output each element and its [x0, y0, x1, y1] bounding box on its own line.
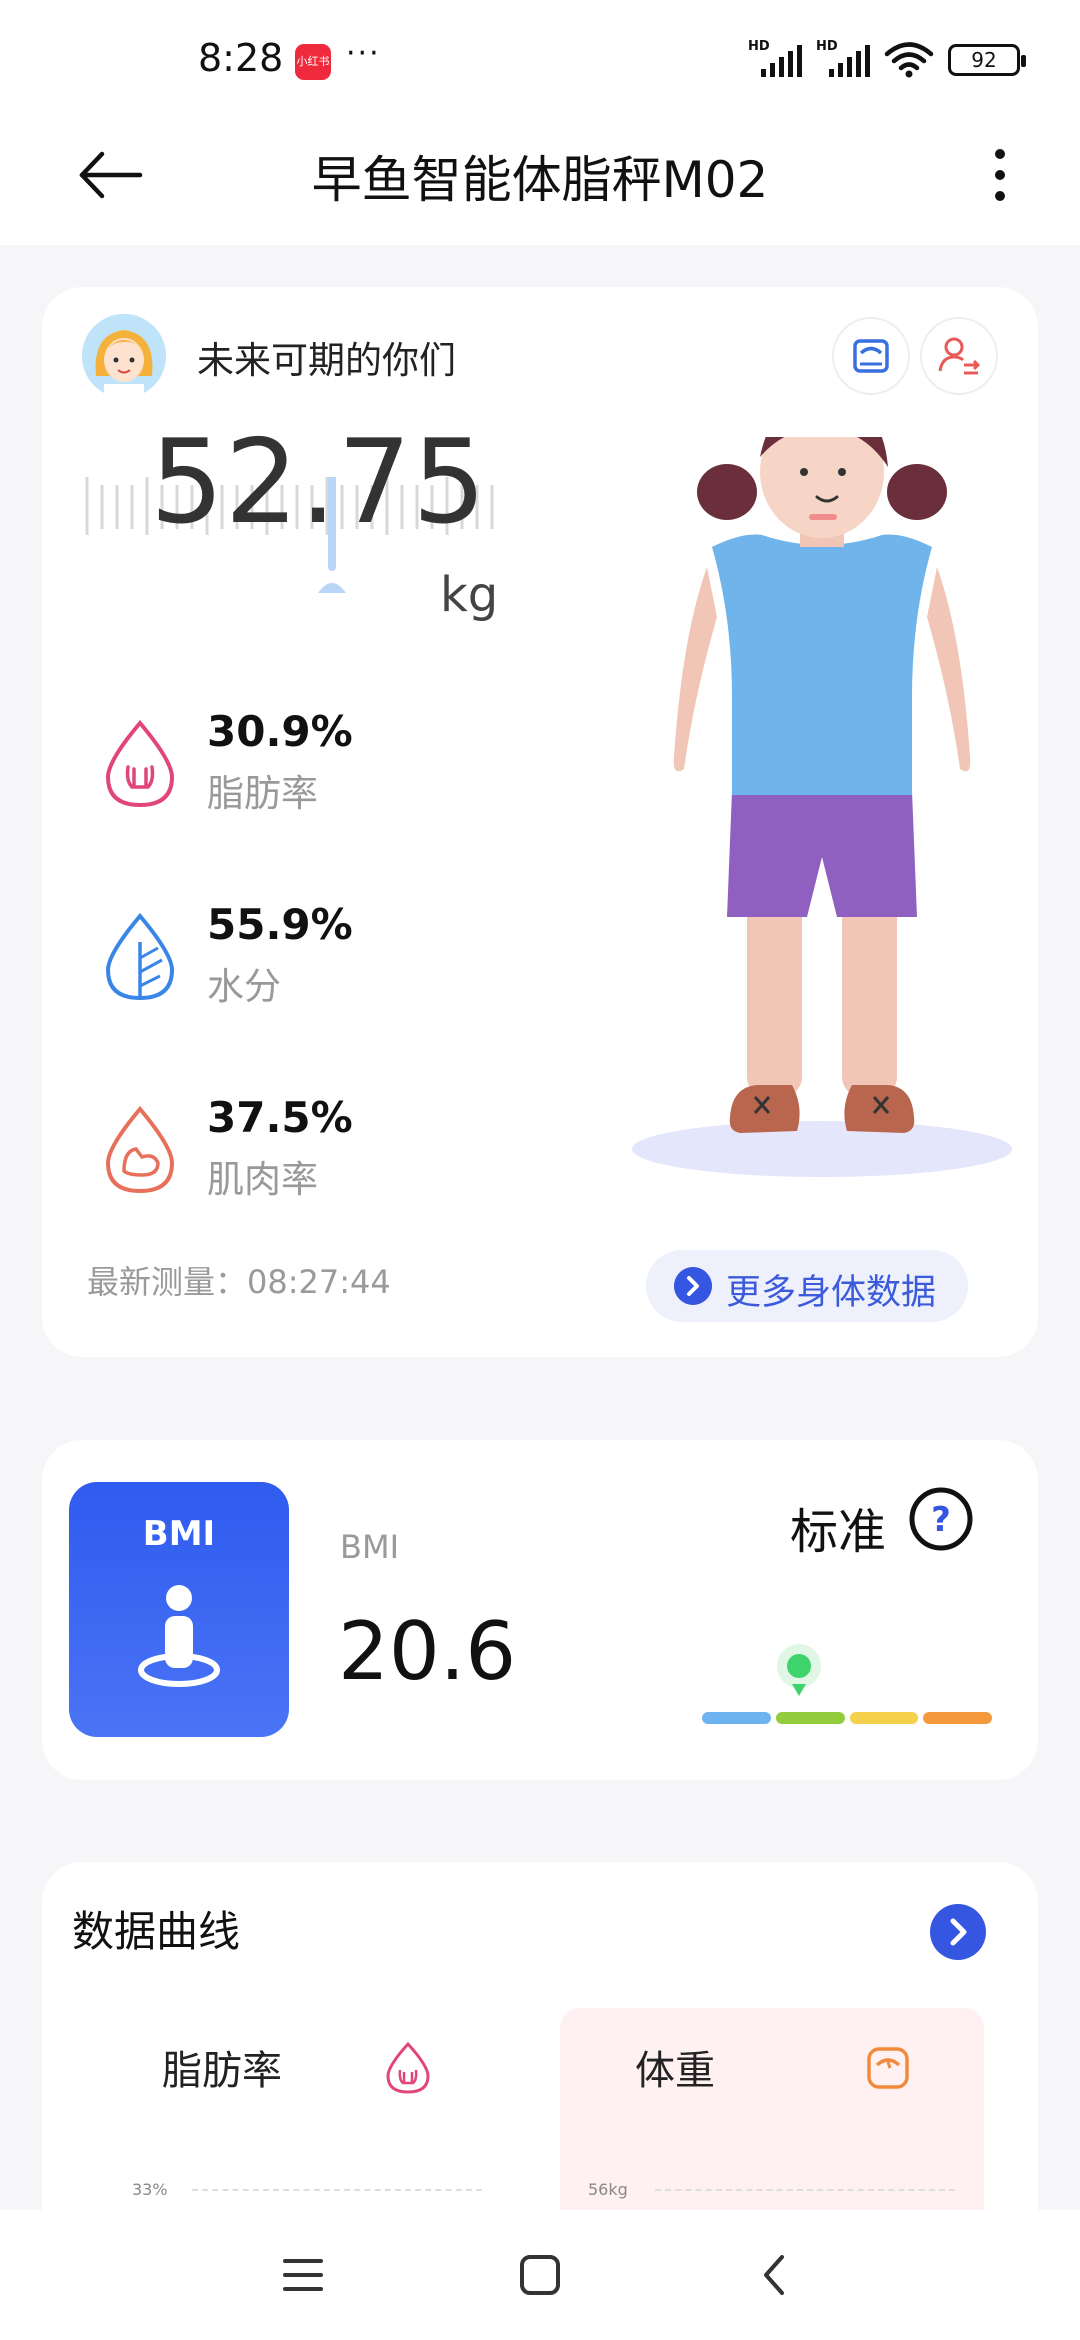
- body-fat-icon: [105, 719, 175, 808]
- metric-water[interactable]: 55.9% 水分: [72, 900, 492, 1010]
- chevron-right-circle-icon: [674, 1267, 712, 1305]
- weight-value: 52.75: [150, 415, 488, 550]
- app-bar: 早鱼智能体脂秤M02: [0, 110, 1080, 245]
- latest-measure-time: 最新测量：08:27:44: [87, 1263, 391, 1301]
- metric-muscle[interactable]: 37.5% 肌肉率: [72, 1093, 492, 1203]
- axis-label: 33%: [132, 2180, 168, 2199]
- wifi-icon: [884, 42, 934, 78]
- bmi-scale-segment: [923, 1712, 992, 1724]
- curve-tab-label: 脂肪率: [162, 2048, 282, 2094]
- person-standing-icon: [138, 1585, 220, 1687]
- status-bar: 8:28 小红书 ··· HD HD 92: [0, 0, 1080, 110]
- bmi-label: BMI: [340, 1528, 399, 1566]
- bmi-card[interactable]: BMI BMI 20.6 标准 ?: [42, 1440, 1038, 1780]
- home-icon[interactable]: [510, 2245, 570, 2305]
- metric-body-fat[interactable]: 30.9% 脂肪率: [72, 707, 492, 817]
- app-notification-icon: 小红书: [295, 44, 331, 80]
- water-leaf-icon: [105, 912, 175, 1001]
- scale-device-button[interactable]: [832, 317, 910, 395]
- bmi-scale-bar: [702, 1712, 992, 1724]
- bmi-tile-label: BMI: [142, 1514, 216, 1554]
- metric-label: 肌肉率: [207, 1158, 318, 1201]
- profile-name: 未来可期的你们: [197, 339, 456, 382]
- page-title: 早鱼智能体脂秤M02: [311, 151, 769, 209]
- menu-icon[interactable]: [273, 2245, 333, 2305]
- metric-value: 37.5%: [207, 1093, 353, 1142]
- bmi-scale-segment: [702, 1712, 771, 1724]
- cell-signal-1-icon: HD: [748, 39, 802, 79]
- svg-text:?: ?: [931, 1500, 951, 1540]
- avatar[interactable]: [82, 314, 166, 398]
- system-nav-bar: [0, 2210, 1080, 2340]
- gridline: [655, 2189, 955, 2191]
- weight-unit: kg: [440, 567, 499, 623]
- more-body-data-label: 更多身体数据: [726, 1273, 937, 1313]
- body-fat-icon: [386, 2041, 430, 2094]
- body-figure-illustration: [632, 437, 1012, 1177]
- curve-tab-label: 体重: [635, 2048, 715, 2094]
- metric-value: 55.9%: [207, 900, 353, 949]
- metric-label: 脂肪率: [207, 772, 318, 815]
- battery-icon: 92: [948, 44, 1026, 76]
- bmi-scale-segment: [775, 1712, 845, 1724]
- more-notifications-icon: ···: [346, 36, 381, 71]
- bmi-value: 20.6: [338, 1605, 517, 1698]
- scale-icon: [853, 339, 889, 373]
- switch-user-icon: [938, 337, 981, 375]
- section-title: 数据曲线: [72, 1907, 241, 1956]
- metric-value: 30.9%: [207, 707, 353, 756]
- question-circle-icon[interactable]: ?: [908, 1486, 974, 1552]
- cell-signal-2-icon: HD: [816, 39, 870, 79]
- gridline: [192, 2189, 482, 2191]
- axis-label: 56kg: [588, 2180, 628, 2199]
- more-vertical-icon[interactable]: [970, 140, 1030, 210]
- bmi-scale-marker-icon: [777, 1644, 821, 1696]
- metric-label: 水分: [207, 965, 281, 1008]
- weight-card: 未来可期的你们 52.75 kg 30.9% 脂肪率 55.9% 水分 37.5…: [42, 287, 1038, 1357]
- back-icon[interactable]: [746, 2245, 806, 2305]
- status-time: 8:28: [198, 36, 284, 80]
- switch-user-button[interactable]: [920, 317, 998, 395]
- bmi-tile: BMI: [69, 1482, 289, 1737]
- chevron-right-circle-icon[interactable]: [930, 1904, 986, 1960]
- bmi-scale-segment: [849, 1712, 919, 1724]
- bmi-status: 标准: [790, 1504, 887, 1560]
- more-body-data-button[interactable]: 更多身体数据: [646, 1250, 968, 1322]
- scale-icon: [867, 2047, 909, 2089]
- muscle-icon: [105, 1105, 175, 1194]
